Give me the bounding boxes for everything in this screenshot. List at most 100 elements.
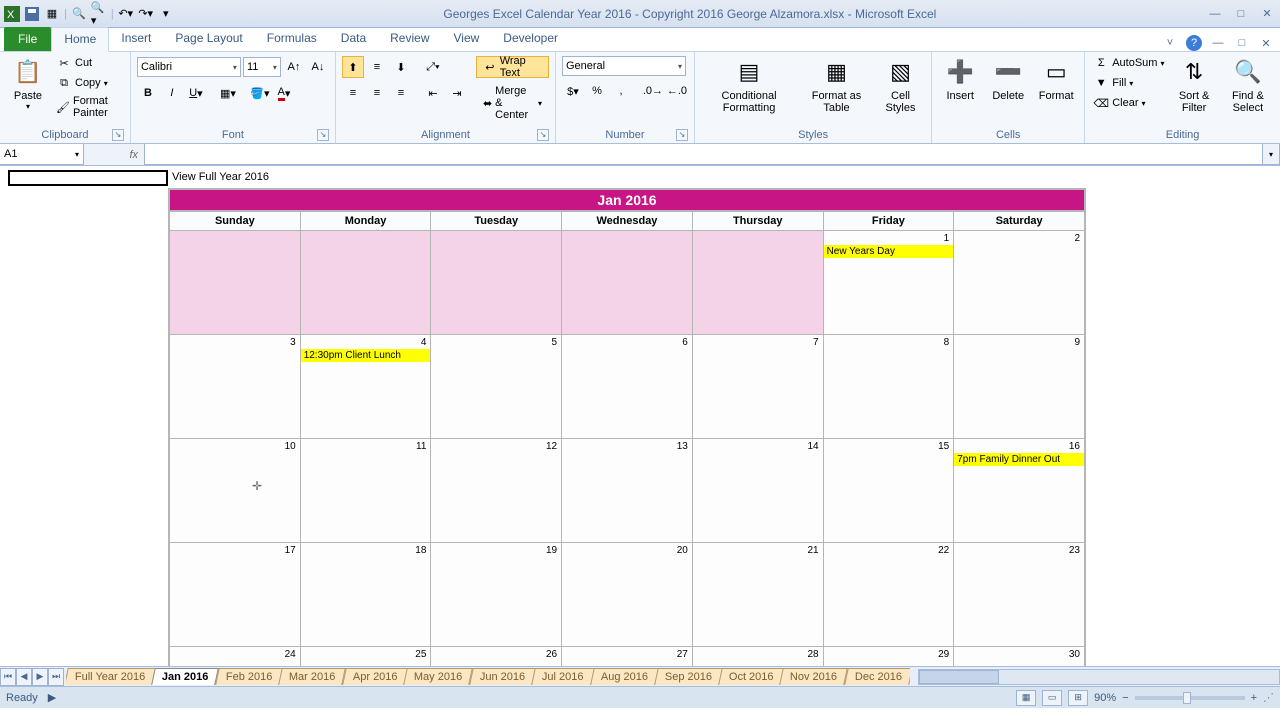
doc-restore-icon[interactable]: □ bbox=[1234, 35, 1250, 51]
sheet-tab-nov-2016[interactable]: Nov 2016 bbox=[780, 668, 849, 685]
sheet-tab-full-year-2016[interactable]: Full Year 2016 bbox=[66, 668, 156, 685]
ribbon-tab-view[interactable]: View bbox=[442, 27, 492, 51]
font-name-combo[interactable]: Calibri▾ bbox=[137, 57, 241, 77]
formula-expand-button[interactable]: ▾ bbox=[1262, 144, 1280, 165]
zoom-out-button[interactable]: − bbox=[1122, 692, 1128, 704]
view-full-year-link[interactable]: View Full Year 2016 bbox=[172, 171, 269, 183]
fx-button[interactable]: fx bbox=[84, 144, 144, 165]
number-launcher[interactable]: ↘ bbox=[676, 129, 688, 141]
ribbon-tab-data[interactable]: Data bbox=[329, 27, 378, 51]
worksheet-area[interactable]: View Full Year 2016 Jan 2016 SundayMonda… bbox=[0, 166, 1280, 666]
ribbon-tab-developer[interactable]: Developer bbox=[491, 27, 570, 51]
calendar-cell[interactable]: 20 bbox=[562, 543, 693, 647]
calendar-cell[interactable]: 21 bbox=[692, 543, 823, 647]
qat-customize-icon[interactable]: ▾ bbox=[158, 6, 174, 22]
sheet-tab-oct-2016[interactable]: Oct 2016 bbox=[718, 668, 784, 685]
formula-input[interactable] bbox=[144, 144, 1262, 165]
calendar-cell[interactable]: 19 bbox=[431, 543, 562, 647]
ribbon-min-icon[interactable]: ˅ bbox=[1162, 35, 1178, 51]
zoom-thumb[interactable] bbox=[1183, 692, 1191, 704]
calendar-cell[interactable]: 6 bbox=[562, 335, 693, 439]
sort-filter-button[interactable]: ⇅Sort & Filter bbox=[1170, 54, 1217, 116]
normal-view-button[interactable]: ▦ bbox=[1016, 690, 1036, 706]
resize-grip-icon[interactable]: ⋰ bbox=[1263, 691, 1274, 704]
orientation-button[interactable]: ⤢▾ bbox=[422, 56, 444, 78]
comma-button[interactable]: , bbox=[610, 80, 632, 102]
font-size-combo[interactable]: 11▾ bbox=[243, 57, 281, 77]
calendar-cell[interactable]: 12 bbox=[431, 439, 562, 543]
calendar-cell[interactable]: 412:30pm Client Lunch bbox=[300, 335, 431, 439]
calendar-cell[interactable]: 8 bbox=[823, 335, 954, 439]
alignment-launcher[interactable]: ↘ bbox=[537, 129, 549, 141]
sheet-tab-sep-2016[interactable]: Sep 2016 bbox=[654, 668, 723, 685]
align-right-button[interactable]: ≡ bbox=[390, 82, 412, 104]
macro-icon[interactable]: ▶ bbox=[48, 691, 56, 704]
ribbon-tab-review[interactable]: Review bbox=[378, 27, 441, 51]
insert-cells-button[interactable]: ➕Insert bbox=[938, 54, 982, 104]
inc-decimal-button[interactable]: .0→ bbox=[642, 80, 664, 102]
sheet-tab-dec-2016[interactable]: Dec 2016 bbox=[844, 668, 910, 685]
grow-font-button[interactable]: A↑ bbox=[283, 56, 305, 78]
sheet-tab-jun-2016[interactable]: Jun 2016 bbox=[469, 668, 536, 685]
calendar-cell[interactable] bbox=[692, 231, 823, 335]
calendar-cell[interactable]: 167pm Family Dinner Out bbox=[954, 439, 1085, 543]
paste-button[interactable]: 📋 Paste▾ bbox=[6, 54, 50, 113]
accounting-button[interactable]: $▾ bbox=[562, 80, 584, 102]
ribbon-tab-home[interactable]: Home bbox=[51, 27, 109, 52]
italic-button[interactable]: I bbox=[161, 82, 183, 104]
undo-icon[interactable]: ↶▾ bbox=[118, 6, 134, 22]
format-painter-button[interactable]: 🖌Format Painter bbox=[54, 94, 124, 120]
fill-color-button[interactable]: 🪣▾ bbox=[249, 82, 271, 104]
close-button[interactable]: ✕ bbox=[1258, 6, 1276, 22]
align-top-button[interactable]: ⬆ bbox=[342, 56, 364, 78]
calendar-cell[interactable] bbox=[300, 231, 431, 335]
active-cell[interactable] bbox=[8, 170, 168, 186]
horizontal-scrollbar[interactable] bbox=[918, 669, 1280, 685]
copy-button[interactable]: ⧉Copy▾ bbox=[54, 74, 124, 92]
sheet-tab-aug-2016[interactable]: Aug 2016 bbox=[590, 668, 659, 685]
indent-dec-button[interactable]: ⇤ bbox=[422, 82, 444, 104]
zoom-slider[interactable] bbox=[1135, 696, 1245, 700]
delete-cells-button[interactable]: ➖Delete bbox=[986, 54, 1030, 104]
calendar-cell[interactable]: 28 bbox=[692, 647, 823, 667]
align-bottom-button[interactable]: ⬇ bbox=[390, 56, 412, 78]
wrap-text-button[interactable]: ↩Wrap Text bbox=[476, 56, 549, 78]
minimize-button[interactable]: — bbox=[1206, 6, 1224, 22]
merge-center-button[interactable]: ⬌Merge & Center▾ bbox=[476, 82, 549, 124]
calendar-cell[interactable]: 17 bbox=[170, 543, 301, 647]
ribbon-tab-page-layout[interactable]: Page Layout bbox=[163, 27, 254, 51]
calendar-cell[interactable]: 25 bbox=[300, 647, 431, 667]
sheet-tab-feb-2016[interactable]: Feb 2016 bbox=[215, 668, 283, 685]
redo-icon[interactable]: ↷▾ bbox=[138, 6, 154, 22]
align-middle-button[interactable]: ≡ bbox=[366, 56, 388, 78]
calendar-cell[interactable]: 29 bbox=[823, 647, 954, 667]
conditional-formatting-button[interactable]: ▤Conditional Formatting bbox=[701, 54, 797, 116]
calendar-cell[interactable]: 26 bbox=[431, 647, 562, 667]
calendar-cell[interactable]: 7 bbox=[692, 335, 823, 439]
calendar-cell[interactable]: 5 bbox=[431, 335, 562, 439]
fill-button[interactable]: ▼Fill▾ bbox=[1091, 74, 1166, 92]
tab-first-button[interactable]: ⏮ bbox=[0, 668, 16, 686]
sheet-tab-apr-2016[interactable]: Apr 2016 bbox=[342, 668, 408, 685]
autosum-button[interactable]: ΣAutoSum▾ bbox=[1091, 54, 1166, 72]
calendar-cell[interactable]: 9 bbox=[954, 335, 1085, 439]
name-box[interactable]: A1▾ bbox=[0, 144, 84, 165]
percent-button[interactable]: % bbox=[586, 80, 608, 102]
find-select-button[interactable]: 🔍Find & Select bbox=[1222, 54, 1274, 116]
sheet-tab-jan-2016[interactable]: Jan 2016 bbox=[152, 668, 220, 685]
format-as-table-button[interactable]: ▦Format as Table bbox=[801, 54, 872, 116]
clear-button[interactable]: ⌫Clear▾ bbox=[1091, 94, 1166, 112]
number-format-combo[interactable]: General▾ bbox=[562, 56, 686, 76]
pagelayout-view-button[interactable]: ▭ bbox=[1042, 690, 1062, 706]
sheet-tab-may-2016[interactable]: May 2016 bbox=[404, 668, 474, 685]
sheet-tab-mar-2016[interactable]: Mar 2016 bbox=[279, 668, 347, 685]
find-icon[interactable]: 🔍 bbox=[71, 6, 87, 22]
pagebreak-view-button[interactable]: ⊞ bbox=[1068, 690, 1088, 706]
align-center-button[interactable]: ≡ bbox=[366, 82, 388, 104]
calendar-cell[interactable]: 27 bbox=[562, 647, 693, 667]
calendar-event[interactable]: 7pm Family Dinner Out bbox=[954, 453, 1084, 466]
tab-prev-button[interactable]: ◀ bbox=[16, 668, 32, 686]
clipboard-launcher[interactable]: ↘ bbox=[112, 129, 124, 141]
underline-button[interactable]: U▾ bbox=[185, 82, 207, 104]
scrollbar-thumb[interactable] bbox=[919, 670, 999, 684]
